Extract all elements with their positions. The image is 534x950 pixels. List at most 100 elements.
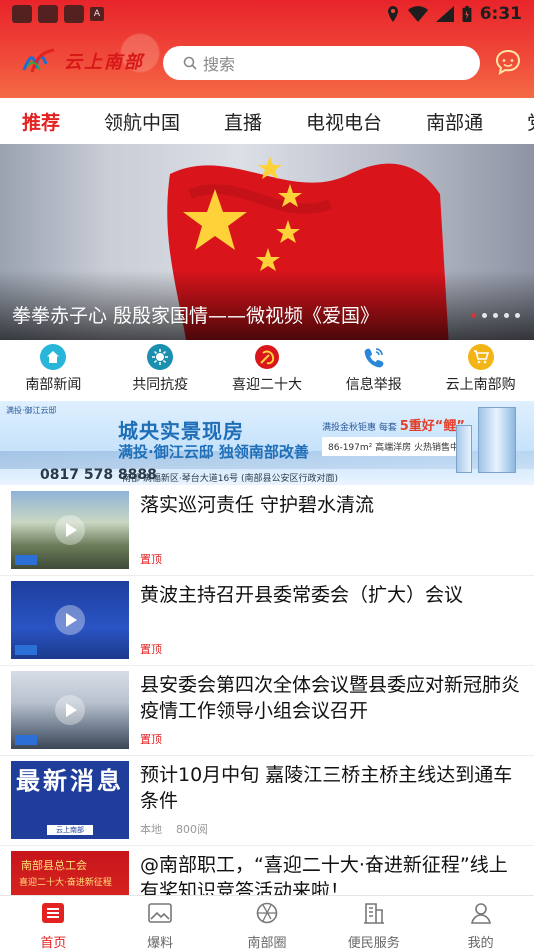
home-list-icon	[42, 903, 65, 923]
tab-party[interactable]: 党	[527, 108, 534, 135]
app-logo: 云上南部	[22, 48, 144, 74]
news-meta: 置顶	[140, 551, 162, 567]
notification-icon	[64, 5, 84, 23]
wifi-icon	[407, 6, 428, 22]
carousel-dot[interactable]	[504, 313, 509, 318]
building-icon	[363, 903, 384, 924]
status-bar: A 6:31	[0, 0, 534, 28]
tab-china[interactable]: 领航中国	[104, 108, 180, 135]
nav-mine[interactable]: 我的	[436, 896, 526, 950]
notification-icon	[12, 5, 32, 23]
image-icon	[148, 903, 172, 923]
tab-recommend[interactable]: 推荐	[22, 108, 60, 135]
nav-label: 我的	[467, 936, 494, 950]
quick-nav-congress[interactable]: 喜迎二十大	[217, 340, 317, 394]
tab-nanbutong[interactable]: 南部通	[426, 108, 483, 135]
news-item[interactable]: 黄波主持召开县委常委会（扩大）会议 置顶	[0, 576, 534, 666]
quick-nav: 南部新闻 共同抗疫 喜迎二十大 信息举报 云上南部购	[0, 340, 534, 400]
ad-brand: 满投·御江云邸	[6, 406, 57, 415]
status-right: 6:31	[386, 4, 522, 24]
quick-nav-report[interactable]: 信息举报	[324, 340, 424, 394]
thumbnail-text: 最新消息	[16, 766, 124, 795]
news-meta: 置顶	[140, 641, 162, 657]
cart-icon	[467, 344, 494, 370]
news-thumbnail	[11, 491, 129, 569]
message-icon[interactable]	[494, 48, 522, 76]
bottom-nav: 首页 爆料 南部圈 便民服务 我的	[0, 895, 534, 950]
news-source: 本地	[140, 823, 162, 836]
news-item[interactable]: 落实巡河责任 守护碧水清流 置顶	[0, 486, 534, 576]
ad-badge: 满投金秋钜惠 每套 5重好“鲤”	[322, 415, 465, 434]
news-item[interactable]: 最新消息 云上南部 预计10月中旬 嘉陵江三桥主桥主线达到通车条件 本地 800…	[0, 756, 534, 846]
quick-nav-label: 南部新闻	[25, 377, 82, 393]
quick-nav-label: 共同抗疫	[132, 377, 189, 393]
hero-banner[interactable]: 拳拳赤子心 殷殷家国情——微视频《爱国》	[0, 144, 534, 340]
aperture-icon	[256, 902, 278, 924]
search-icon	[183, 56, 197, 70]
nav-tipoff[interactable]: 爆料	[115, 896, 205, 950]
play-icon	[55, 695, 85, 725]
nav-home[interactable]: 首页	[8, 896, 98, 950]
channel-tag	[15, 555, 37, 565]
quick-nav-antiepidemic[interactable]: 共同抗疫	[110, 340, 210, 394]
carousel-dot[interactable]	[493, 313, 498, 318]
thumbnail-caption: 云上南部	[47, 825, 93, 835]
notification-icons: A	[12, 5, 104, 23]
tab-live[interactable]: 直播	[224, 108, 262, 135]
play-icon	[55, 515, 85, 545]
news-meta: 本地 800阅	[140, 821, 208, 837]
notification-icon	[38, 5, 58, 23]
carousel-dot[interactable]	[471, 313, 476, 318]
logo-icon	[22, 48, 55, 73]
pinned-label: 置顶	[140, 643, 162, 656]
ad-building-image	[478, 407, 516, 473]
news-meta: 置顶	[140, 731, 162, 747]
home-icon	[40, 344, 67, 370]
clock: 6:31	[479, 4, 522, 24]
channel-tag	[15, 735, 37, 745]
search-placeholder: 搜索	[203, 55, 236, 74]
phone-icon	[360, 344, 387, 370]
ad-size: 86-197m² 高端洋房 火热销售中	[322, 437, 465, 456]
news-title: 落实巡河责任 守护碧水清流	[140, 494, 375, 516]
ad-banner[interactable]: 满投·御江云邸 城央实景现房 满投·御江云邸 独领南部改善 满投金秋钜惠 每套 …	[0, 401, 534, 485]
nav-circle[interactable]: 南部圈	[222, 896, 312, 950]
quick-nav-news[interactable]: 南部新闻	[3, 340, 103, 394]
carousel-dots	[471, 313, 520, 318]
keyboard-icon: A	[90, 7, 104, 21]
banner-caption: 拳拳赤子心 殷殷家国情——微视频《爱国》	[12, 305, 380, 327]
nav-services[interactable]: 便民服务	[329, 896, 419, 950]
battery-icon	[462, 6, 472, 22]
nav-label: 便民服务	[347, 936, 400, 950]
signal-icon	[435, 6, 454, 22]
search-input[interactable]: 搜索	[163, 46, 480, 80]
news-item[interactable]: 县安委会第四次全体会议暨县委应对新冠肺炎疫情工作领导小组会议召开 置顶	[0, 666, 534, 756]
pinned-label: 置顶	[140, 733, 162, 746]
thumbnail-caption: 喜迎二十大·奋进新征程	[19, 878, 112, 888]
channel-tag	[15, 645, 37, 655]
news-title: 预计10月中旬 嘉陵江三桥主桥主线达到通车条件	[140, 764, 513, 812]
pinned-label: 置顶	[140, 553, 162, 566]
nav-label: 爆料	[147, 936, 174, 950]
virus-icon	[147, 344, 174, 370]
thumbnail-text: 南部县总工会	[21, 859, 87, 872]
ad-address: 南部·满福新区·琴台大道16号 (南部县公安区行政对面)	[122, 474, 339, 484]
location-icon	[387, 6, 398, 22]
ad-building-image	[456, 425, 472, 473]
ad-badge-prefix: 满投金秋钜惠 每套	[322, 423, 397, 433]
ad-title: 城央实景现房	[118, 419, 244, 443]
nav-label: 首页	[40, 936, 67, 950]
carousel-dot[interactable]	[482, 313, 487, 318]
news-list: 落实巡河责任 守护碧水清流 置顶 黄波主持召开县委常委会（扩大）会议 置顶 县安…	[0, 486, 534, 936]
news-title: 县安委会第四次全体会议暨县委应对新冠肺炎疫情工作领导小组会议召开	[140, 674, 521, 722]
tab-tv-radio[interactable]: 电视电台	[306, 108, 382, 135]
news-thumbnail	[11, 581, 129, 659]
party-emblem-icon	[253, 344, 280, 370]
ad-subtitle: 满投·御江云邸 独领南部改善	[118, 443, 309, 461]
quick-nav-shop[interactable]: 云上南部购	[431, 340, 531, 394]
nav-label: 南部圈	[247, 936, 287, 950]
news-views: 800阅	[176, 823, 208, 836]
quick-nav-label: 信息举报	[345, 377, 402, 393]
user-icon	[470, 903, 491, 924]
carousel-dot[interactable]	[515, 313, 520, 318]
